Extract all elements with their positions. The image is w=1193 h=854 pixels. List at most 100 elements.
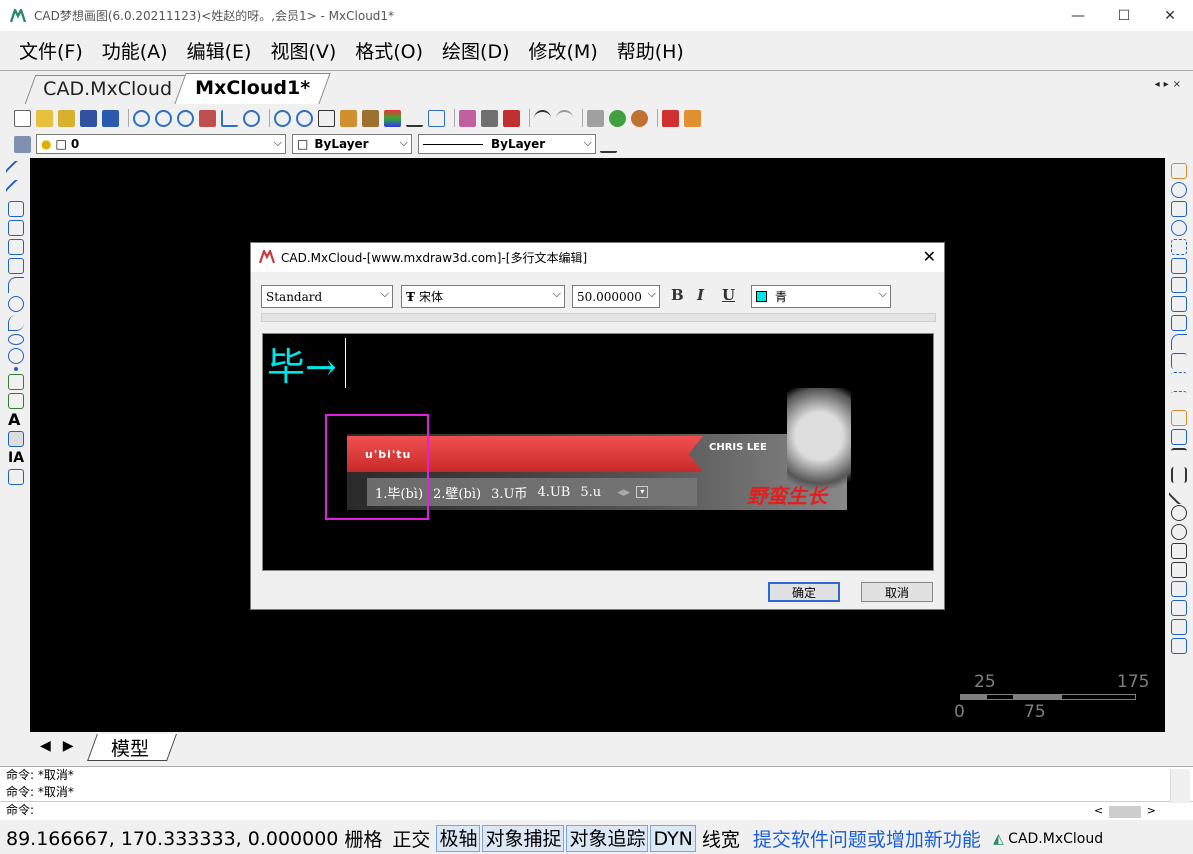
zoom-extents-icon[interactable] (243, 109, 260, 127)
ime-expand-icon[interactable]: ▾ (636, 486, 649, 498)
break-icon[interactable] (1171, 429, 1187, 445)
group2-icon[interactable] (1171, 600, 1187, 616)
polyline-icon[interactable] (8, 201, 24, 217)
menu-function[interactable]: 功能(A) (102, 37, 168, 64)
image-icon[interactable] (428, 109, 445, 127)
ortho-toggle[interactable]: 正交 (392, 825, 430, 852)
text-editor[interactable]: 毕→ u'bi'tu CHRIS LEE 野蛮生长 1.毕(bì) 2.壁(bì… (262, 333, 934, 571)
dim-angle-icon[interactable] (1171, 543, 1187, 559)
dialog-close-button[interactable]: ✕ (923, 247, 936, 266)
save-as-icon[interactable] (102, 109, 119, 127)
arc-icon[interactable] (8, 277, 24, 293)
print-icon[interactable] (587, 109, 604, 127)
rectangle-icon[interactable] (8, 258, 24, 274)
dim-radius-icon[interactable] (1171, 505, 1187, 521)
layers-icon[interactable] (384, 109, 401, 127)
scroll-right-icon[interactable]: > (1147, 804, 1156, 820)
style-select[interactable]: Standard ⌵ (261, 285, 393, 308)
text-height-select[interactable]: 50.000000 ⌵ (572, 285, 660, 308)
mtext-icon[interactable]: IA (8, 450, 24, 466)
zoom-out-icon[interactable] (155, 109, 172, 127)
polygon2-icon[interactable] (8, 239, 24, 255)
undo-icon[interactable] (534, 109, 551, 127)
ellipse-arc-icon[interactable] (8, 348, 24, 364)
mirror-icon[interactable] (1171, 296, 1187, 312)
dim-aligned-icon[interactable] (1167, 482, 1191, 506)
dyn-toggle[interactable]: DYN (650, 825, 696, 852)
zoom-realtime-icon[interactable] (274, 109, 291, 127)
tab-nav-buttons[interactable]: ◂▸× (1155, 79, 1185, 90)
scroll-thumb[interactable] (1109, 806, 1141, 818)
block-icon[interactable] (503, 109, 520, 127)
cancel-button[interactable]: 取消 (861, 582, 933, 602)
dim-ordinate-icon[interactable] (1171, 562, 1187, 578)
menu-draw[interactable]: 绘图(D) (442, 37, 509, 64)
layer-manager-icon[interactable] (14, 135, 31, 153)
chamfer-icon[interactable] (1171, 353, 1187, 369)
bold-button[interactable]: B (671, 286, 684, 304)
underline-button[interactable]: U (722, 286, 735, 304)
new-file-icon[interactable] (14, 109, 31, 127)
pdf-icon[interactable] (662, 109, 679, 127)
group1-icon[interactable] (1171, 581, 1187, 597)
polar-toggle[interactable]: 极轴 (436, 825, 481, 852)
join-icon[interactable] (1171, 448, 1187, 464)
menu-help[interactable]: 帮助(H) (617, 37, 684, 64)
ime-candidate[interactable]: 4.UB (537, 485, 570, 500)
command-input[interactable]: 命令: (0, 801, 1193, 818)
zoom-window-icon[interactable] (133, 109, 150, 127)
text-icon[interactable]: A (8, 412, 24, 428)
redo-icon[interactable] (556, 109, 573, 127)
open-file-icon[interactable] (36, 109, 53, 127)
array-icon[interactable] (1171, 277, 1187, 293)
color-combo[interactable]: □ ByLayer ⌵ (292, 134, 412, 154)
ok-button[interactable]: 确定 (768, 582, 840, 602)
tab-cad-mxcloud[interactable]: CAD.MxCloud (24, 75, 196, 104)
circle-icon[interactable] (8, 296, 24, 312)
ellipse-icon[interactable] (8, 334, 24, 345)
lineweight-toggle[interactable]: 线宽 (702, 825, 740, 852)
move-icon[interactable] (1171, 201, 1187, 217)
save-icon[interactable] (80, 109, 97, 127)
match-properties-icon[interactable] (362, 109, 379, 127)
offset-icon[interactable] (1171, 258, 1187, 274)
ime-candidate[interactable]: 2.壁(bì) (433, 483, 481, 502)
ime-candidate[interactable]: 5.u (580, 485, 601, 500)
open-folder-icon[interactable] (58, 109, 75, 127)
web-icon[interactable] (631, 109, 648, 127)
trim-icon[interactable] (1171, 372, 1187, 388)
menu-modify[interactable]: 修改(M) (529, 37, 598, 64)
export-image-icon[interactable] (684, 109, 701, 127)
polygon-icon[interactable] (8, 220, 24, 236)
erase-icon[interactable] (1171, 163, 1187, 179)
hatch-icon[interactable] (8, 469, 24, 485)
construction-line-icon[interactable] (4, 178, 28, 202)
stretch-icon[interactable] (1171, 315, 1187, 331)
group4-icon[interactable] (1171, 638, 1187, 654)
fillet-icon[interactable] (1171, 334, 1187, 350)
menu-edit[interactable]: 编辑(E) (187, 37, 252, 64)
linetype-combo[interactable]: ByLayer ⌵ (418, 134, 596, 154)
grid-toggle[interactable]: 栅格 (344, 825, 382, 852)
pan-icon[interactable] (199, 109, 216, 127)
dim-linear-icon[interactable] (1171, 467, 1187, 483)
font-select[interactable]: Ŧ 宋体 ⌵ (401, 285, 565, 308)
point-icon[interactable] (14, 367, 18, 371)
explode-icon[interactable] (1171, 410, 1187, 426)
pencil-icon[interactable] (406, 110, 423, 127)
menu-file[interactable]: 文件(F) (19, 37, 83, 64)
move-icon[interactable] (318, 109, 335, 127)
lineweight-icon[interactable] (600, 136, 617, 153)
text-ruler[interactable] (261, 313, 936, 322)
dim-diameter-icon[interactable] (1171, 524, 1187, 540)
insert-block-icon[interactable] (8, 374, 24, 390)
globe-icon[interactable] (609, 109, 626, 127)
otrack-toggle[interactable]: 对象追踪 (566, 825, 649, 852)
ucs-icon[interactable] (221, 109, 238, 127)
feedback-link[interactable]: 提交软件问题或增加新功能 (753, 825, 981, 852)
ime-candidate[interactable]: 3.U币 (491, 483, 527, 502)
scroll-left-icon[interactable]: < (1094, 804, 1103, 820)
command-scrollbar[interactable] (1170, 769, 1190, 803)
scale-icon[interactable] (1171, 239, 1187, 255)
zoom-in-icon[interactable] (177, 109, 194, 127)
